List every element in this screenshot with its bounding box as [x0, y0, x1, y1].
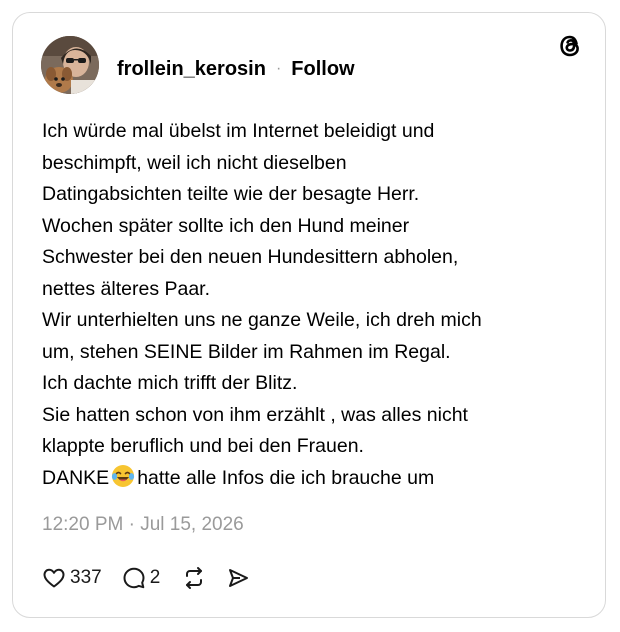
send-icon: [229, 569, 249, 587]
reply-button[interactable]: 2: [122, 566, 161, 590]
threads-logo-icon[interactable]: [556, 32, 584, 60]
comment-bubble-icon: [123, 567, 145, 589]
post-text-line: Schwester bei den neuen Hundesittern abh…: [42, 246, 459, 268]
post-text-line: um, stehen SEINE Bilder im Rahmen im Reg…: [42, 340, 451, 363]
author-username[interactable]: frollein_kerosin: [117, 58, 266, 81]
post-actions: 337 2: [42, 564, 250, 592]
follow-button[interactable]: Follow: [291, 58, 354, 81]
share-button[interactable]: [226, 566, 250, 590]
repost-button[interactable]: [182, 566, 206, 590]
post-text-segment: DANKE: [42, 466, 110, 489]
post-text-last-line: DANKE hatte alle Infos die ich brauche u…: [42, 463, 572, 495]
like-button[interactable]: 337: [42, 566, 102, 590]
post-text-line: Wir unterhielten uns ne ganze Weile, ich…: [42, 309, 482, 331]
post-text-line: klappte beruflich und bei den Frauen.: [42, 435, 364, 457]
post-text-line: Sie hatten schon von ihm erzählt , was a…: [42, 403, 468, 426]
face-with-tears-of-joy-icon: [111, 464, 135, 488]
post-body: Ich würde mal übelst im Internet beleidi…: [42, 116, 572, 494]
post-text-line: Wochen später sollte ich den Hund meiner: [42, 214, 410, 237]
post-text-line: Datingabsichten teilte wie der besagte H…: [42, 183, 420, 205]
like-count: 337: [70, 567, 102, 588]
post-text-line: nettes älteres Paar.: [42, 277, 211, 300]
post-header: frollein_kerosin · Follow: [117, 57, 355, 81]
post-text-line: beschimpft, weil ich nicht dieselben: [42, 151, 347, 174]
repost-icon: [186, 567, 203, 589]
avatar[interactable]: [41, 36, 99, 94]
post-timestamp[interactable]: 12:20 PM · Jul 15, 2026: [42, 514, 244, 536]
reply-count: 2: [149, 567, 161, 588]
heart-icon: [43, 568, 65, 588]
post-text-line: Ich würde mal übelst im Internet beleidi…: [42, 120, 435, 142]
post-text-segment: hatte alle Infos die ich brauche um: [137, 466, 435, 489]
post-text-line: Ich dachte mich trifft der Blitz.: [42, 372, 298, 394]
header-separator: ·: [275, 60, 282, 77]
